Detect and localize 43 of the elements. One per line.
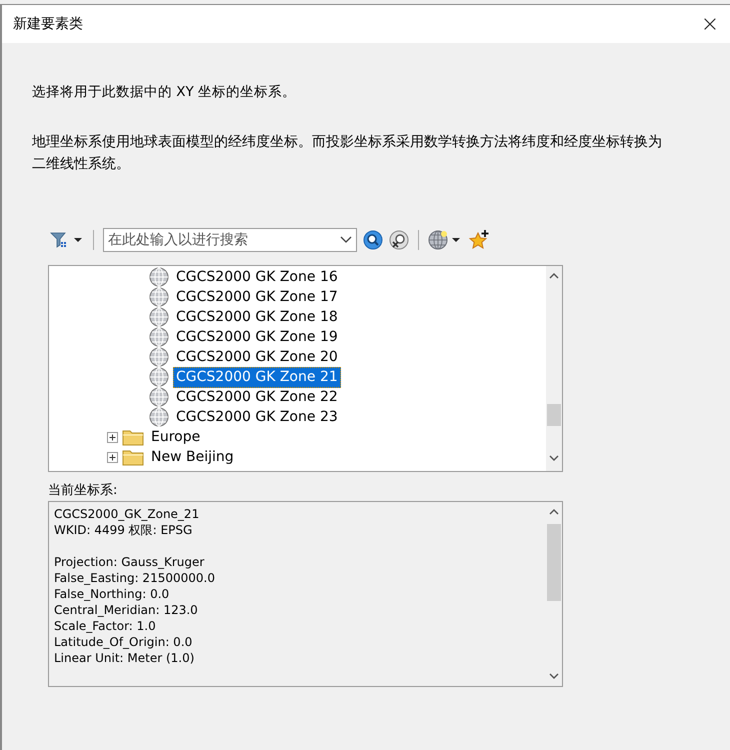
detail-text: False_Easting: 21500000.0 — [54, 571, 215, 585]
tree-item[interactable]: CGCS2000 GK Zone 19 — [173, 326, 341, 348]
expand-icon[interactable] — [107, 432, 118, 442]
tree-item[interactable]: CGCS2000 GK Zone 23 — [173, 406, 341, 428]
filter-icon[interactable] — [50, 231, 84, 249]
tree-item[interactable]: CGCS2000 GK Zone 18 — [173, 306, 341, 328]
tree-item[interactable]: CGCS2000 GK Zone 21 — [173, 366, 341, 388]
tree-item[interactable]: Europe — [148, 426, 204, 448]
detail-text: WKID: 4499 权限: EPSG — [54, 523, 192, 537]
globe-icon — [149, 307, 169, 327]
close-button[interactable]: × — [690, 5, 730, 43]
expand-icon[interactable] — [107, 452, 118, 462]
tree-item[interactable]: CGCS2000 GK Zone 20 — [173, 346, 341, 368]
detail-text: CGCS2000_GK_Zone_21 — [54, 507, 200, 521]
folder-icon — [122, 428, 144, 446]
globe-icon — [149, 347, 169, 367]
globe-icon[interactable] — [428, 230, 462, 250]
instruction-text: 选择将用于此数据中的 XY 坐标的坐标系。 — [32, 83, 298, 101]
clear-search-icon[interactable] — [389, 230, 409, 250]
tree-item[interactable]: New Beijing — [148, 446, 237, 468]
star-add-icon[interactable] — [468, 229, 490, 251]
detail-text: Projection: Gauss_Kruger — [54, 555, 204, 569]
search-icon[interactable] — [363, 230, 383, 250]
window-title: 新建要素类 — [13, 15, 83, 33]
globe-icon — [149, 407, 169, 427]
scrollbar[interactable] — [546, 266, 562, 471]
chevron-down-icon[interactable] — [340, 236, 352, 244]
detail-text: Central_Meridian: 123.0 — [54, 603, 198, 617]
detail-text: Linear Unit: Meter (1.0) — [54, 651, 194, 665]
globe-icon — [149, 387, 169, 407]
globe-icon — [149, 367, 169, 387]
detail-text: False_Northing: 0.0 — [54, 587, 170, 601]
tree-item[interactable]: CGCS2000 GK Zone 16 — [173, 266, 341, 288]
globe-icon — [149, 327, 169, 347]
search-field[interactable]: 在此处输入以进行搜索 — [103, 228, 357, 252]
description-text: 地理坐标系使用地球表面模型的经纬度坐标。而投影坐标系采用数学转换方法将纬度和经度坐标转换为二维线性系统。 — [32, 133, 663, 174]
tree-item[interactable]: CGCS2000 GK Zone 22 — [173, 386, 341, 408]
tree-item[interactable]: CGCS2000 GK Zone 17 — [173, 286, 341, 308]
detail-text: Latitude_Of_Origin: 0.0 — [54, 635, 192, 649]
detail-text: Scale_Factor: 1.0 — [54, 619, 156, 633]
folder-icon — [122, 448, 144, 466]
current-system-label: 当前坐标系: — [48, 482, 118, 499]
globe-icon — [149, 287, 169, 307]
